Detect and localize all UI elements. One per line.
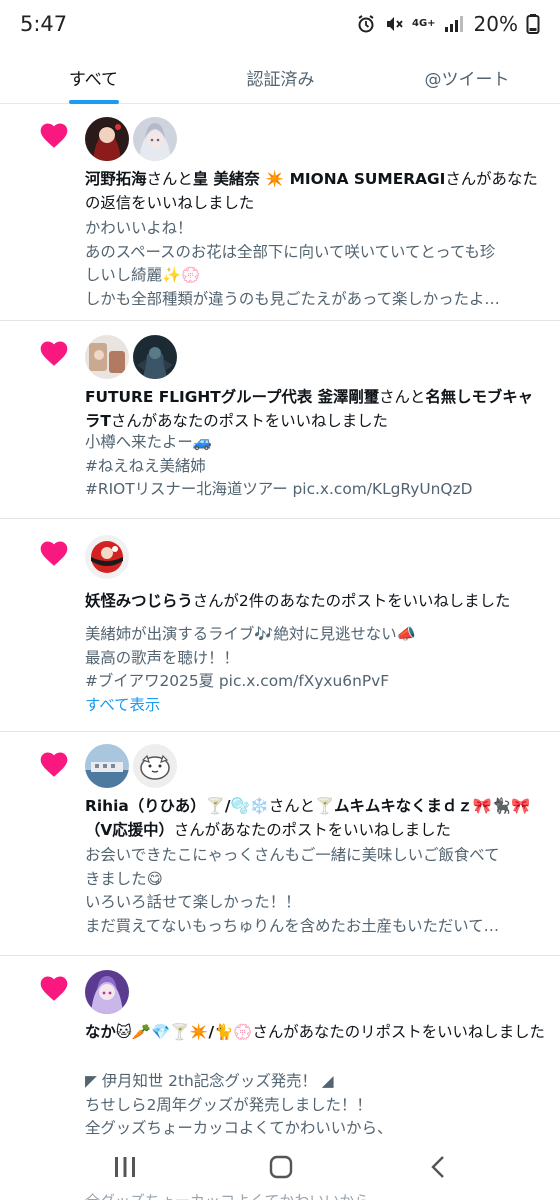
tab-mentions[interactable]: @ツイート [374, 50, 560, 104]
post-preview: 小樽へ来たよー🚙 #ねえねえ美緒姉 #RIOTリスナー北海道ツアー pic.x.… [85, 431, 545, 502]
preview-line: 最高の歌声を聴け！！ [85, 648, 239, 667]
notification-tabs: すべて 認証済み @ツイート [0, 50, 560, 104]
mute-icon [387, 17, 403, 31]
notification-text: Rihia（りひあ）🍸/🫧❄️さんと🍸ムキムキなくまｄｚ🎀🐈‍⬛🎀（V応援中）さ… [85, 794, 545, 842]
preview-line: しかも全部種類が違うのも見ごたえがあって楽しかったよ… [85, 289, 500, 308]
post-preview: かわいいよね！ あのスペースのお花は全部下に向いて咲いていてとっても珍 しいし綺… [85, 217, 545, 311]
avatar[interactable] [133, 117, 177, 161]
post-preview: 美緒姉が出演するライブ🎶絶対に見逃せない📣 最高の歌声を聴け！！ #ブイアワ20… [85, 623, 545, 694]
back-icon[interactable] [426, 1154, 452, 1180]
home-icon[interactable] [268, 1154, 294, 1180]
preview-line: 小樽へ来たよー🚙 [85, 433, 212, 451]
liker-avatars [85, 970, 129, 1014]
signal-icon [444, 16, 463, 32]
avatar[interactable] [85, 744, 129, 788]
status-icons: 4G+ 20% [356, 12, 540, 36]
status-bar: 5:47 4G+ 20% [0, 0, 560, 50]
user-name[interactable]: 河野拓海 [85, 170, 147, 188]
status-time: 5:47 [20, 12, 68, 36]
heart-icon [40, 341, 68, 366]
post-preview: お会いできたこにゃっくさんもご一緒に美味しいご飯食べて きました😋 いろいろ話せ… [85, 844, 545, 938]
preview-line: いろいろ話せて楽しかった！！ [85, 893, 301, 911]
preview-line: お会いできたこにゃっくさんもご一緒に美味しいご飯食べて [85, 846, 500, 864]
tab-all-label: すべて [68, 69, 119, 90]
liker-avatars [85, 535, 129, 579]
action-text: さんがあなたのポストをいいねしました [173, 821, 451, 839]
preview-line: ちせしら2周年グッズが発売しました！！ [85, 1095, 372, 1114]
notification-text: なか🐱🥕💎🍸✴️/🐈💮さんがあなたのリポストをいいねしました [85, 1020, 545, 1044]
battery-percent: 20% [473, 12, 518, 36]
preview-line: しいし綺麗✨💮 [85, 266, 201, 284]
avatar[interactable] [85, 970, 129, 1014]
recents-icon[interactable] [112, 1154, 138, 1180]
joiner-text: さんと [379, 388, 426, 406]
preview-line: 全グッズちょーカッコよくてかわいいから、 [85, 1119, 393, 1137]
notification-item[interactable]: なか🐱🥕💎🍸✴️/🐈💮さんがあなたのリポストをいいねしました ◤ 伊月知世 2t… [0, 956, 560, 1146]
tab-verified[interactable]: 認証済み [187, 50, 374, 104]
notification-item[interactable]: Rihia（りひあ）🍸/🫧❄️さんと🍸ムキムキなくまｄｚ🎀🐈‍⬛🎀（V応援中）さ… [0, 732, 560, 956]
preview-line: あのスペースのお花は全部下に向いて咲いていてとっても珍 [85, 242, 496, 261]
post-preview: ◤ 伊月知世 2th記念グッズ発売！ ◢ ちせしら2周年グッズが発売しました！！… [85, 1070, 545, 1141]
show-all-link[interactable]: すべて表示 [85, 693, 160, 715]
tab-verified-label: 認証済み [246, 69, 315, 90]
preview-line: ◤ 伊月知世 2th記念グッズ発売！ ◢ [85, 1072, 334, 1090]
heart-icon [40, 541, 68, 566]
heart-icon [40, 752, 68, 777]
notification-text: FUTURE FLIGHTグループ代表 釜澤剛璽さんと名無しモブキャラTさんがあ… [85, 385, 545, 433]
action-text: さんがあなたのポストをいいねしました [110, 412, 388, 430]
heart-icon [40, 976, 68, 1001]
avatar[interactable] [85, 335, 129, 379]
preview-line: #ブイアワ2025夏 pic.x.com/fXyxu6nPvF [85, 672, 390, 690]
preview-line: #RIOTリスナー北海道ツアー pic.x.com/KLgRyUnQzD [85, 480, 473, 498]
notification-item[interactable]: FUTURE FLIGHTグループ代表 釜澤剛璽さんと名無しモブキャラTさんがあ… [0, 321, 560, 519]
network-type: 4G+ [412, 18, 436, 29]
active-tab-indicator [68, 100, 119, 104]
avatar[interactable] [133, 744, 177, 788]
liker-avatars [85, 335, 177, 379]
notification-text: 妖怪みつじらうさんが2件のあなたのポストをいいねしました [85, 589, 545, 613]
user-name[interactable]: 妖怪みつじらう [85, 592, 193, 610]
notification-item[interactable]: 河野拓海さんと皇 美緒奈 ✴️ MIONA SUMERAGIさんがあなたの返信を… [0, 105, 560, 321]
liker-avatars [85, 744, 177, 788]
joiner-text: さんと [146, 170, 193, 188]
avatar[interactable] [85, 535, 129, 579]
avatar[interactable] [85, 117, 129, 161]
tab-all[interactable]: すべて [0, 50, 187, 104]
preview-line: きました😋 [85, 869, 163, 888]
user-name[interactable]: 皇 美緒奈 ✴️ MIONA SUMERAGI [193, 170, 446, 188]
user-name[interactable]: Rihia（りひあ）🍸/🫧❄️ [85, 797, 269, 815]
preview-line: 美緒姉が出演するライブ🎶絶対に見逃せない📣 [85, 625, 416, 643]
preview-line: かわいいよね！ [85, 219, 193, 237]
user-name[interactable]: FUTURE FLIGHTグループ代表 釜澤剛璽 [85, 388, 379, 406]
preview-line: まだ買えてないもっちゅりんを含めたお土産もいただいて… [85, 916, 500, 935]
user-name[interactable]: なか🐱🥕💎🍸✴️/🐈💮 [85, 1023, 252, 1041]
notification-item[interactable]: 妖怪みつじらうさんが2件のあなたのポストをいいねしました 美緒姉が出演するライブ… [0, 519, 560, 732]
action-text: さんがあなたのリポストをいいねしました [252, 1023, 545, 1041]
battery-icon [526, 14, 540, 34]
avatar[interactable] [133, 335, 177, 379]
joiner-text: さんと [268, 797, 315, 815]
notification-text: 河野拓海さんと皇 美緒奈 ✴️ MIONA SUMERAGIさんがあなたの返信を… [85, 167, 545, 215]
tab-mentions-label: @ツイート [424, 69, 510, 90]
preview-line: #ねえねえ美緒姉 [85, 456, 206, 475]
action-text: さんが2件のあなたのポストをいいねしました [192, 592, 511, 610]
alarm-icon [358, 15, 374, 33]
scrolled-text-fragment: 全グッズちょーカッコよくてかわいいから [85, 1190, 370, 1200]
liker-avatars [85, 117, 177, 161]
heart-icon [40, 123, 68, 148]
